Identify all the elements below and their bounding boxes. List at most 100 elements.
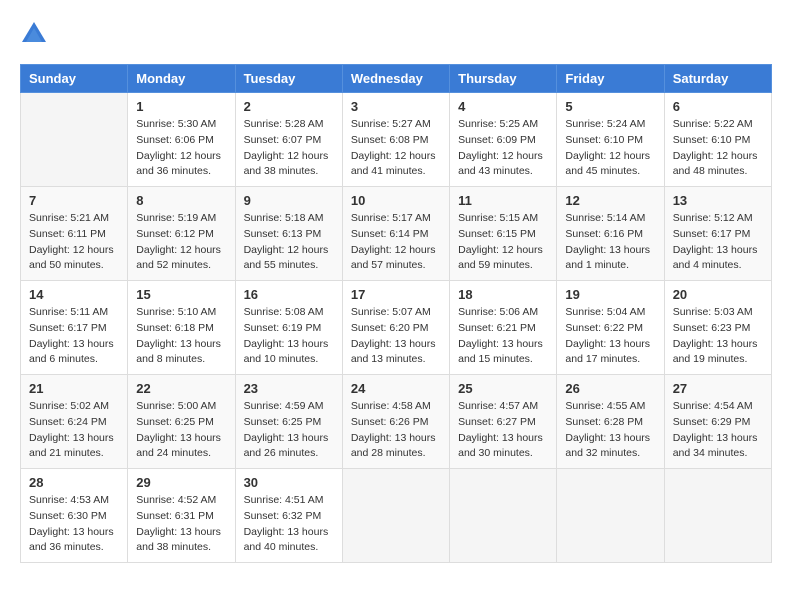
calendar-day-header: Saturday (664, 65, 771, 93)
day-info: Sunrise: 5:27 AM Sunset: 6:08 PM Dayligh… (351, 117, 441, 180)
day-number: 30 (244, 475, 334, 490)
day-number: 12 (565, 193, 655, 208)
day-info: Sunrise: 5:00 AM Sunset: 6:25 PM Dayligh… (136, 399, 226, 462)
calendar-cell (557, 469, 664, 563)
day-info: Sunrise: 4:54 AM Sunset: 6:29 PM Dayligh… (673, 399, 763, 462)
calendar-day-header: Sunday (21, 65, 128, 93)
calendar-cell: 23Sunrise: 4:59 AM Sunset: 6:25 PM Dayli… (235, 375, 342, 469)
calendar-cell: 25Sunrise: 4:57 AM Sunset: 6:27 PM Dayli… (450, 375, 557, 469)
day-number: 16 (244, 287, 334, 302)
calendar-day-header: Thursday (450, 65, 557, 93)
day-info: Sunrise: 4:52 AM Sunset: 6:31 PM Dayligh… (136, 493, 226, 556)
day-info: Sunrise: 5:19 AM Sunset: 6:12 PM Dayligh… (136, 211, 226, 274)
day-number: 3 (351, 99, 441, 114)
day-info: Sunrise: 5:02 AM Sunset: 6:24 PM Dayligh… (29, 399, 119, 462)
day-info: Sunrise: 5:28 AM Sunset: 6:07 PM Dayligh… (244, 117, 334, 180)
calendar-cell: 21 Sunrise: 5:02 AM Sunset: 6:24 PM Dayli… (21, 375, 128, 469)
day-info: Sunrise: 5:06 AM Sunset: 6:21 PM Dayligh… (458, 305, 548, 368)
day-info: Sunrise: 5:08 AM Sunset: 6:19 PM Dayligh… (244, 305, 334, 368)
day-info: Sunrise: 4:51 AM Sunset: 6:32 PM Dayligh… (244, 493, 334, 556)
day-number: 20 (673, 287, 763, 302)
calendar-cell: 5 Sunrise: 5:24 AM Sunset: 6:10 PM Daylig… (557, 93, 664, 187)
day-info: Sunrise: 5:17 AM Sunset: 6:14 PM Dayligh… (351, 211, 441, 274)
day-info: Sunrise: 4:55 AM Sunset: 6:28 PM Dayligh… (565, 399, 655, 462)
day-number: 25 (458, 381, 548, 396)
day-info: Sunrise: 5:22 AM Sunset: 6:10 PM Dayligh… (673, 117, 763, 180)
day-info: Sunrise: 5:07 AM Sunset: 6:20 PM Dayligh… (351, 305, 441, 368)
calendar-cell: 26 Sunrise: 4:55 AM Sunset: 6:28 PM Dayli… (557, 375, 664, 469)
calendar-cell (450, 469, 557, 563)
day-info: Sunrise: 5:03 AM Sunset: 6:23 PM Dayligh… (673, 305, 763, 368)
calendar-week-row: 14Sunrise: 5:11 AM Sunset: 6:17 PM Dayli… (21, 281, 772, 375)
day-number: 11 (458, 193, 548, 208)
day-number: 10 (351, 193, 441, 208)
calendar-day-header: Tuesday (235, 65, 342, 93)
day-number: 4 (458, 99, 548, 114)
day-number: 13 (673, 193, 763, 208)
calendar-cell: 24Sunrise: 4:58 AM Sunset: 6:26 PM Dayli… (342, 375, 449, 469)
day-number: 17 (351, 287, 441, 302)
day-number: 18 (458, 287, 548, 302)
day-number: 28 (29, 475, 119, 490)
day-number: 15 (136, 287, 226, 302)
day-number: 9 (244, 193, 334, 208)
day-info: Sunrise: 5:14 AM Sunset: 6:16 PM Dayligh… (565, 211, 655, 274)
page-header (20, 20, 772, 48)
day-number: 14 (29, 287, 119, 302)
calendar-cell: 20 Sunrise: 5:03 AM Sunset: 6:23 PM Dayli… (664, 281, 771, 375)
calendar-cell: 7 Sunrise: 5:21 AM Sunset: 6:11 PM Daylig… (21, 187, 128, 281)
calendar-week-row: 1 Sunrise: 5:30 AM Sunset: 6:06 PM Daylig… (21, 93, 772, 187)
day-number: 26 (565, 381, 655, 396)
calendar-cell: 18 Sunrise: 5:06 AM Sunset: 6:21 PM Dayli… (450, 281, 557, 375)
day-info: Sunrise: 4:53 AM Sunset: 6:30 PM Dayligh… (29, 493, 119, 556)
calendar-cell: 11Sunrise: 5:15 AM Sunset: 6:15 PM Dayli… (450, 187, 557, 281)
calendar-cell: 12 Sunrise: 5:14 AM Sunset: 6:16 PM Dayli… (557, 187, 664, 281)
calendar-day-header: Monday (128, 65, 235, 93)
day-number: 1 (136, 99, 226, 114)
calendar-cell: 29 Sunrise: 4:52 AM Sunset: 6:31 PM Dayli… (128, 469, 235, 563)
day-info: Sunrise: 5:18 AM Sunset: 6:13 PM Dayligh… (244, 211, 334, 274)
calendar-cell: 22 Sunrise: 5:00 AM Sunset: 6:25 PM Dayli… (128, 375, 235, 469)
day-number: 6 (673, 99, 763, 114)
calendar-cell: 27 Sunrise: 4:54 AM Sunset: 6:29 PM Dayli… (664, 375, 771, 469)
day-number: 22 (136, 381, 226, 396)
calendar-header-row: SundayMondayTuesdayWednesdayThursdayFrid… (21, 65, 772, 93)
day-info: Sunrise: 4:59 AM Sunset: 6:25 PM Dayligh… (244, 399, 334, 462)
logo-icon (20, 20, 48, 48)
calendar-cell: 17 Sunrise: 5:07 AM Sunset: 6:20 PM Dayli… (342, 281, 449, 375)
calendar-cell: 4 Sunrise: 5:25 AM Sunset: 6:09 PM Daylig… (450, 93, 557, 187)
calendar-day-header: Wednesday (342, 65, 449, 93)
day-number: 8 (136, 193, 226, 208)
calendar-cell: 1 Sunrise: 5:30 AM Sunset: 6:06 PM Daylig… (128, 93, 235, 187)
calendar-cell: 6 Sunrise: 5:22 AM Sunset: 6:10 PM Daylig… (664, 93, 771, 187)
calendar-cell: 30 Sunrise: 4:51 AM Sunset: 6:32 PM Dayli… (235, 469, 342, 563)
calendar-cell (342, 469, 449, 563)
calendar-cell: 19 Sunrise: 5:04 AM Sunset: 6:22 PM Dayli… (557, 281, 664, 375)
day-info: Sunrise: 5:04 AM Sunset: 6:22 PM Dayligh… (565, 305, 655, 368)
day-number: 2 (244, 99, 334, 114)
day-number: 27 (673, 381, 763, 396)
day-info: Sunrise: 5:21 AM Sunset: 6:11 PM Dayligh… (29, 211, 119, 274)
calendar-cell: 2 Sunrise: 5:28 AM Sunset: 6:07 PM Daylig… (235, 93, 342, 187)
day-info: Sunrise: 5:30 AM Sunset: 6:06 PM Dayligh… (136, 117, 226, 180)
calendar-cell: 14Sunrise: 5:11 AM Sunset: 6:17 PM Dayli… (21, 281, 128, 375)
day-number: 19 (565, 287, 655, 302)
calendar-cell: 10 Sunrise: 5:17 AM Sunset: 6:14 PM Dayli… (342, 187, 449, 281)
day-info: Sunrise: 5:12 AM Sunset: 6:17 PM Dayligh… (673, 211, 763, 274)
calendar-cell: 3 Sunrise: 5:27 AM Sunset: 6:08 PM Daylig… (342, 93, 449, 187)
calendar-cell (21, 93, 128, 187)
day-number: 5 (565, 99, 655, 114)
day-number: 7 (29, 193, 119, 208)
calendar-cell: 16 Sunrise: 5:08 AM Sunset: 6:19 PM Dayli… (235, 281, 342, 375)
calendar-cell: 13 Sunrise: 5:12 AM Sunset: 6:17 PM Dayli… (664, 187, 771, 281)
calendar-week-row: 28 Sunrise: 4:53 AM Sunset: 6:30 PM Dayli… (21, 469, 772, 563)
day-number: 29 (136, 475, 226, 490)
calendar-week-row: 21 Sunrise: 5:02 AM Sunset: 6:24 PM Dayli… (21, 375, 772, 469)
calendar-cell (664, 469, 771, 563)
logo (20, 20, 48, 48)
day-info: Sunrise: 5:25 AM Sunset: 6:09 PM Dayligh… (458, 117, 548, 180)
calendar-cell: 8 Sunrise: 5:19 AM Sunset: 6:12 PM Daylig… (128, 187, 235, 281)
day-number: 21 (29, 381, 119, 396)
calendar-table: SundayMondayTuesdayWednesdayThursdayFrid… (20, 64, 772, 563)
day-info: Sunrise: 5:24 AM Sunset: 6:10 PM Dayligh… (565, 117, 655, 180)
